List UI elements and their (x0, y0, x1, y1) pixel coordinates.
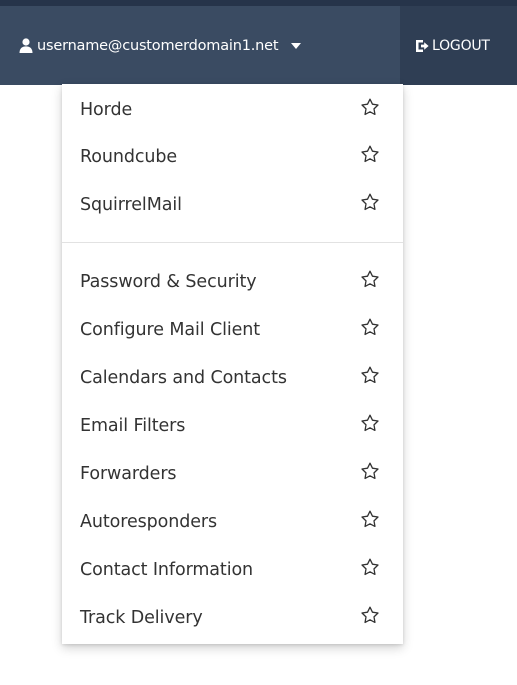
star-icon[interactable] (360, 318, 380, 338)
menu-item-contact-information[interactable]: Contact Information (62, 550, 403, 590)
username-label: username@customerdomain1.net (37, 37, 279, 54)
menu-item-password-security[interactable]: Password & Security (62, 262, 403, 302)
star-icon[interactable] (360, 606, 380, 626)
menu-item-label: Roundcube (80, 147, 178, 167)
menu-item-configure-mail-client[interactable]: Configure Mail Client (62, 310, 403, 350)
menu-item-squirrelmail[interactable]: SquirrelMail (62, 185, 403, 225)
menu-item-label: Track Delivery (80, 608, 203, 628)
user-icon (19, 38, 33, 53)
star-icon[interactable] (360, 414, 380, 434)
menu-item-label: Configure Mail Client (80, 320, 261, 340)
menu-item-label: Autoresponders (80, 512, 218, 532)
user-dropdown-menu: Horde Roundcube SquirrelMail Password & … (62, 84, 403, 644)
caret-down-icon (291, 42, 302, 49)
menu-item-horde[interactable]: Horde (62, 90, 403, 130)
menu-divider (62, 242, 403, 243)
logout-label: LOGOUT (432, 37, 490, 54)
star-icon[interactable] (360, 366, 380, 386)
menu-item-label: Forwarders (80, 464, 177, 484)
menu-item-label: Password & Security (80, 272, 257, 292)
menu-item-label: Horde (80, 100, 133, 120)
menu-item-label: Contact Information (80, 560, 254, 580)
star-icon[interactable] (360, 558, 380, 578)
menu-item-email-filters[interactable]: Email Filters (62, 406, 403, 446)
star-icon[interactable] (360, 462, 380, 482)
logout-button[interactable]: LOGOUT (400, 6, 490, 85)
menu-item-label: Email Filters (80, 416, 186, 436)
menu-item-calendars-contacts[interactable]: Calendars and Contacts (62, 358, 403, 398)
star-icon[interactable] (360, 510, 380, 530)
user-account-menu-button[interactable]: username@customerdomain1.net (0, 6, 400, 85)
star-icon[interactable] (360, 270, 380, 290)
star-icon[interactable] (360, 145, 380, 165)
menu-item-autoresponders[interactable]: Autoresponders (62, 502, 403, 542)
menu-item-track-delivery[interactable]: Track Delivery (62, 598, 403, 638)
menu-item-label: SquirrelMail (80, 195, 182, 215)
menu-item-label: Calendars and Contacts (80, 368, 287, 388)
menu-item-forwarders[interactable]: Forwarders (62, 454, 403, 494)
star-icon[interactable] (360, 193, 380, 213)
top-navbar: username@customerdomain1.net LOGOUT (0, 0, 517, 85)
menu-item-roundcube[interactable]: Roundcube (62, 137, 403, 177)
logout-icon (416, 39, 429, 52)
star-icon[interactable] (360, 98, 380, 118)
